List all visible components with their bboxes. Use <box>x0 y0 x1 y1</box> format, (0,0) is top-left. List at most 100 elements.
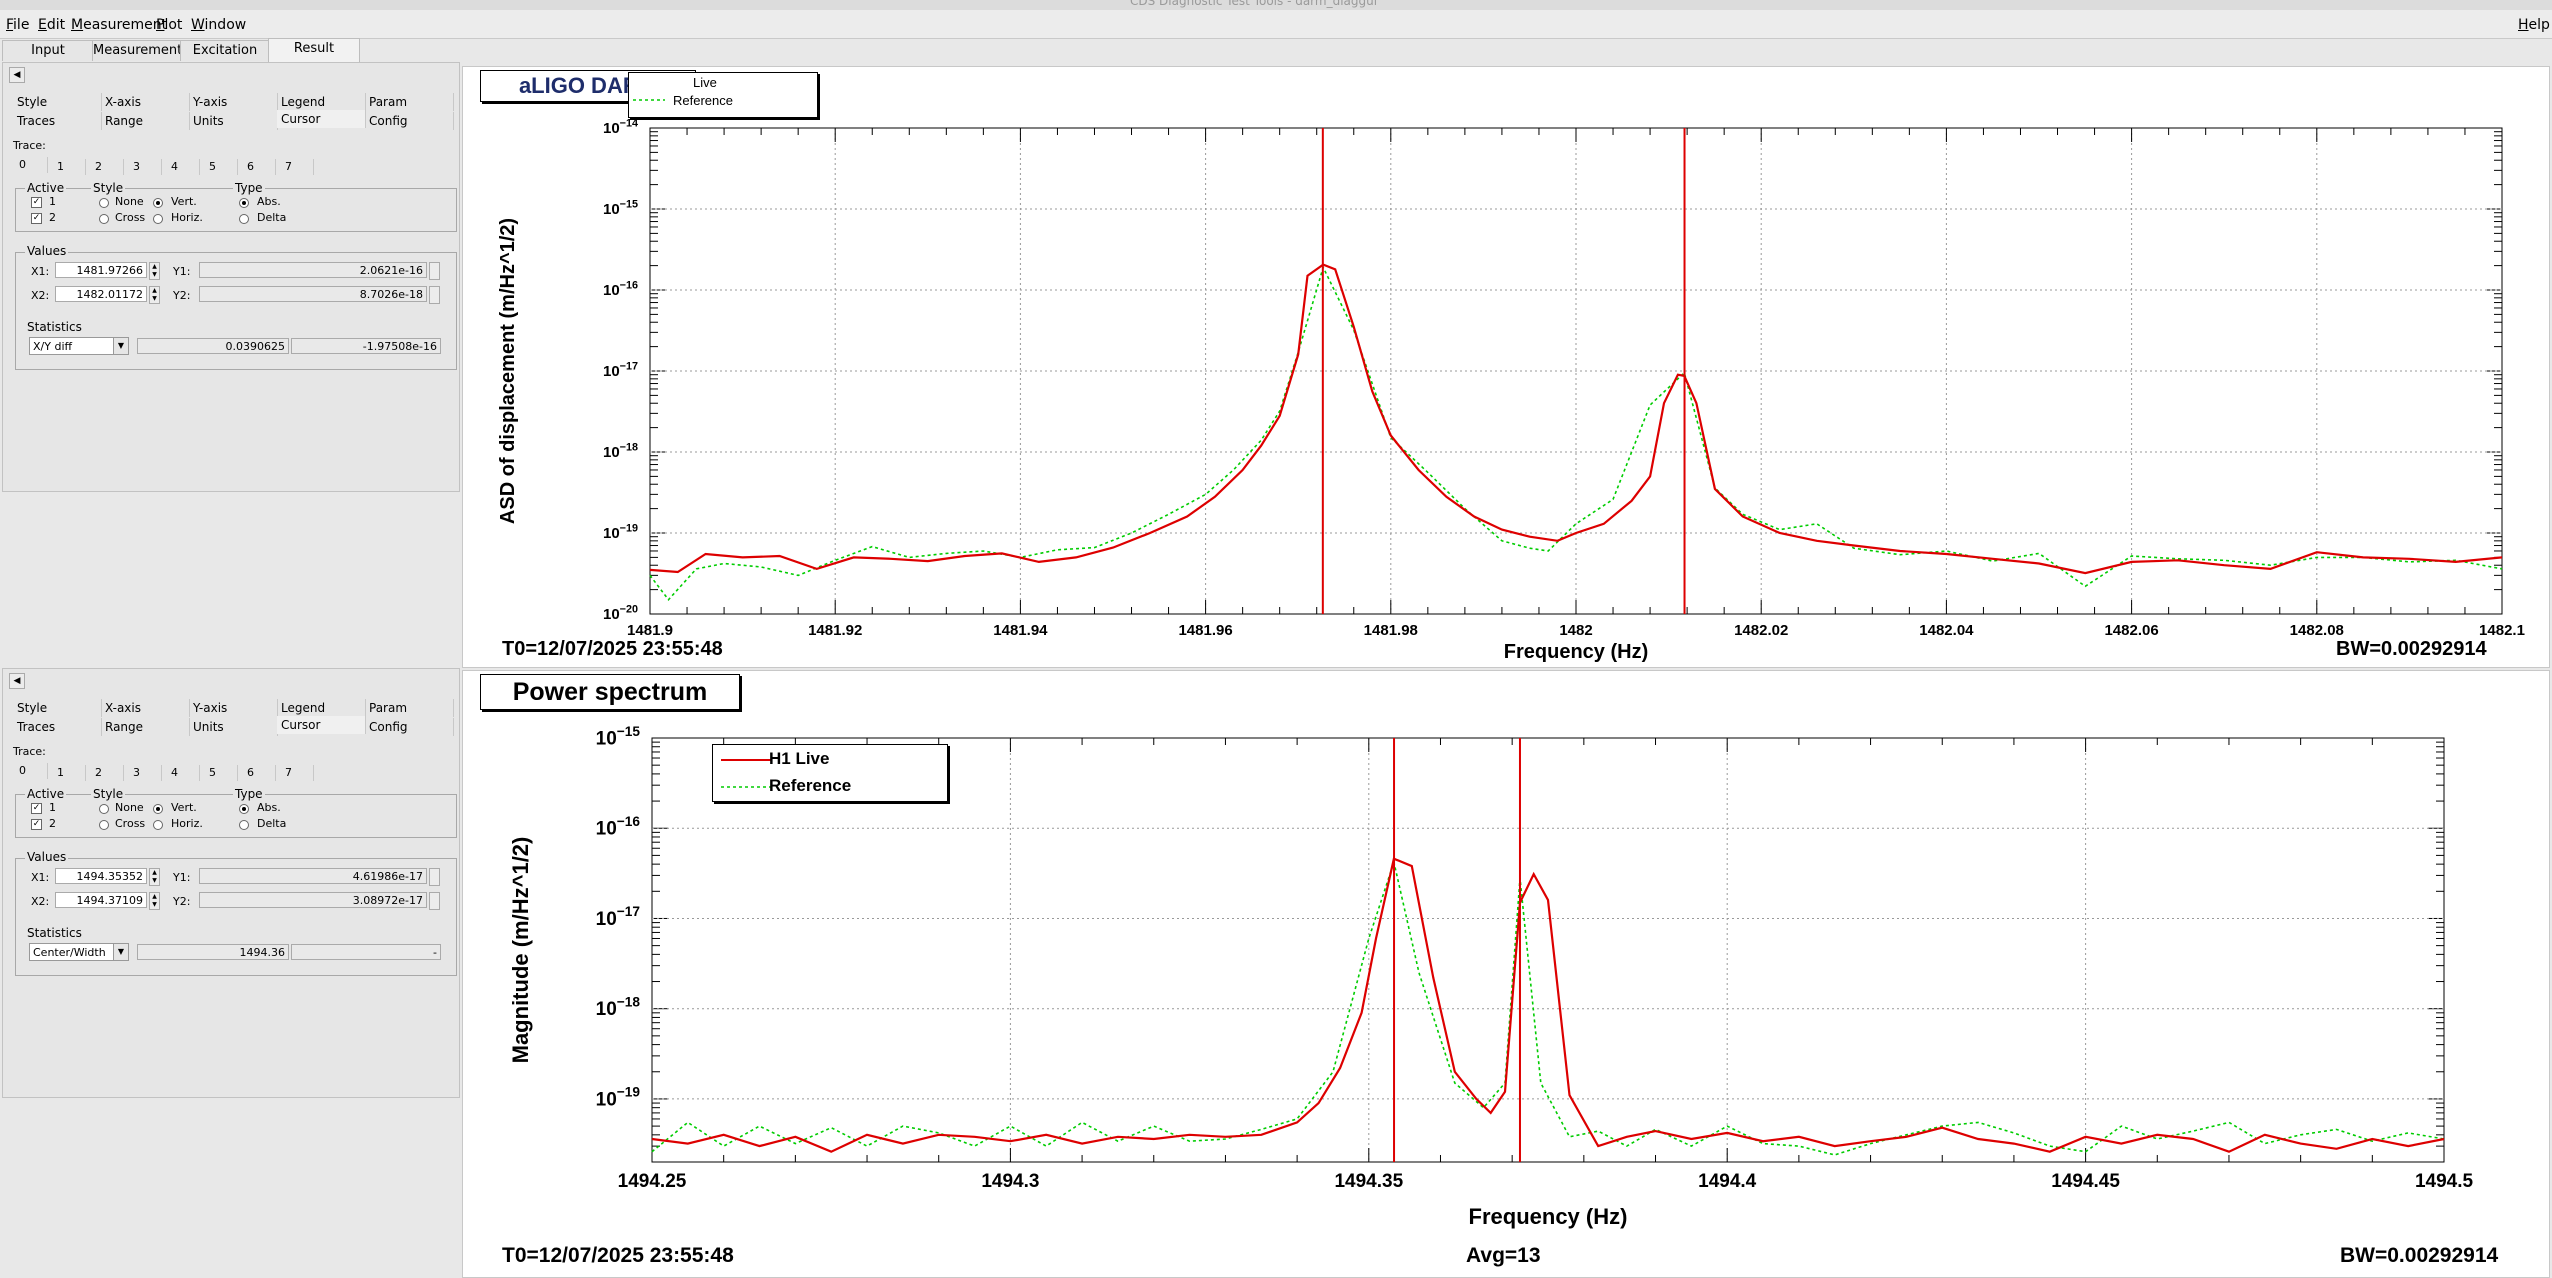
y-tick-label: 10−16 <box>596 814 641 840</box>
menu-measurement[interactable]: Measurement <box>71 17 167 33</box>
option-tab-param[interactable]: Param <box>365 93 454 111</box>
type-label-abs: Abs. <box>257 195 281 208</box>
trace-tab-4[interactable]: 4 <box>167 159 200 175</box>
option-tab-config[interactable]: Config <box>365 718 454 736</box>
style-radio-vert[interactable] <box>153 198 163 208</box>
y1-value: 4.61986e-17 <box>199 868 427 884</box>
y1-spinner[interactable] <box>429 868 440 886</box>
menu-plot[interactable]: Plot <box>156 17 182 33</box>
y-tick-label: 10−17 <box>596 904 640 930</box>
type-radio-delta[interactable] <box>239 214 249 224</box>
trace-tab-6[interactable]: 6 <box>243 159 276 175</box>
style-radio-cross[interactable] <box>99 214 109 224</box>
trace-label: Trace: <box>13 139 46 152</box>
tab-result[interactable]: Result <box>268 38 360 63</box>
trace-tab-4[interactable]: 4 <box>167 765 200 781</box>
option-tab-legend[interactable]: Legend <box>277 93 366 111</box>
style-radio-horiz[interactable] <box>153 820 163 830</box>
active-checkbox-2[interactable]: ✓ <box>31 819 42 830</box>
option-tab-cursor[interactable]: Cursor <box>277 716 366 734</box>
active-checkbox-1[interactable]: ✓ <box>31 197 42 208</box>
trace-tab-7[interactable]: 7 <box>281 159 314 175</box>
x-tick-label: 1494.4 <box>1698 1171 1757 1192</box>
x-tick-label: 1494.45 <box>2051 1171 2120 1192</box>
trace-tab-1[interactable]: 1 <box>53 159 86 175</box>
trace-tab-2[interactable]: 2 <box>91 159 124 175</box>
asd-chart[interactable]: 1481.9 1481.92 1481.94 1481.96 1481.98 1482 14… <box>462 66 2548 666</box>
menu-window[interactable]: Window <box>191 17 246 33</box>
option-tab-x-axis[interactable]: X-axis <box>101 93 190 111</box>
style-radio-none[interactable] <box>99 804 109 814</box>
control-panel-1: ◀ Style X-axis Y-axis Legend Param Trace… <box>2 62 460 492</box>
collapse-button[interactable]: ◀ <box>9 673 25 689</box>
type-radio-abs[interactable] <box>239 198 249 208</box>
x1-input[interactable]: 1481.97266 <box>55 262 147 278</box>
option-tab-range[interactable]: Range <box>101 112 190 130</box>
collapse-button[interactable]: ◀ <box>9 67 25 83</box>
menu-file[interactable]: File <box>6 17 29 33</box>
trace-tab-2[interactable]: 2 <box>91 765 124 781</box>
option-tab-style[interactable]: Style <box>13 699 102 717</box>
type-radio-abs[interactable] <box>239 804 249 814</box>
statistics-mode-select[interactable]: X/Y diff ▼ <box>29 337 129 355</box>
trace-tab-3[interactable]: 3 <box>129 765 162 781</box>
trace-tab-3[interactable]: 3 <box>129 159 162 175</box>
x1-spinner[interactable]: ▲ ▼ <box>149 868 160 886</box>
x2-spinner[interactable]: ▲ ▼ <box>149 892 160 910</box>
x-tick-label: 1482 <box>1559 622 1592 639</box>
active-checkbox-1[interactable]: ✓ <box>31 803 42 814</box>
x1-input[interactable]: 1494.35352 <box>55 868 147 884</box>
option-tab-units[interactable]: Units <box>189 112 278 130</box>
trace-tab-7[interactable]: 7 <box>281 765 314 781</box>
dropdown-arrow-icon: ▼ <box>113 944 128 960</box>
style-radio-none[interactable] <box>99 198 109 208</box>
tab-measurement[interactable]: Measurement <box>92 40 182 61</box>
style-label-cross: Cross <box>115 817 146 830</box>
option-tab-traces[interactable]: Traces <box>13 112 102 130</box>
y1-spinner[interactable] <box>429 262 440 280</box>
trace-tab-1[interactable]: 1 <box>53 765 86 781</box>
trace-tab-5[interactable]: 5 <box>205 159 238 175</box>
option-tab-units[interactable]: Units <box>189 718 278 736</box>
option-tab-range[interactable]: Range <box>101 718 190 736</box>
x2-input[interactable]: 1482.01172 <box>55 286 147 302</box>
tab-input[interactable]: Input <box>2 40 94 61</box>
type-radio-delta[interactable] <box>239 820 249 830</box>
option-tab-legend[interactable]: Legend <box>277 699 366 717</box>
option-tab-config[interactable]: Config <box>365 112 454 130</box>
statistics-mode-value: X/Y diff <box>33 340 73 353</box>
y2-spinner[interactable] <box>429 286 440 304</box>
tab-excitation[interactable]: Excitation <box>180 40 270 61</box>
option-tab-x-axis[interactable]: X-axis <box>101 699 190 717</box>
x-tick-label: 1482.08 <box>2290 622 2344 639</box>
x1-label: X1: <box>31 871 50 884</box>
x2-input[interactable]: 1494.37109 <box>55 892 147 908</box>
style-radio-vert[interactable] <box>153 804 163 814</box>
option-tab-y-axis[interactable]: Y-axis <box>189 699 278 717</box>
trace-tab-5[interactable]: 5 <box>205 765 238 781</box>
style-radio-horiz[interactable] <box>153 214 163 224</box>
active-checkbox-2[interactable]: ✓ <box>31 213 42 224</box>
menu-edit[interactable]: Edit <box>38 17 65 33</box>
trace-tab-0[interactable]: 0 <box>15 763 48 779</box>
y-tick-label: 10−18 <box>603 441 638 461</box>
option-tab-style[interactable]: Style <box>13 93 102 111</box>
x1-label: X1: <box>31 265 50 278</box>
option-tab-cursor[interactable]: Cursor <box>277 110 366 128</box>
y-tick-label: 10−14 <box>603 117 638 137</box>
menu-bar: File Edit Measurement Plot Window Help <box>0 10 2552 39</box>
style-label-vert: Vert. <box>171 195 197 208</box>
bw-label-1: BW=0.00292914 <box>2336 638 2487 660</box>
style-radio-cross[interactable] <box>99 820 109 830</box>
option-tab-y-axis[interactable]: Y-axis <box>189 93 278 111</box>
option-tab-traces[interactable]: Traces <box>13 718 102 736</box>
trace-tab-0[interactable]: 0 <box>15 157 48 173</box>
x1-spinner[interactable]: ▲ ▼ <box>149 262 160 280</box>
trace-tab-6[interactable]: 6 <box>243 765 276 781</box>
option-tab-param[interactable]: Param <box>365 699 454 717</box>
x2-spinner[interactable]: ▲ ▼ <box>149 286 160 304</box>
menu-help[interactable]: Help <box>2518 17 2550 33</box>
statistics-mode-select[interactable]: Center/Width ▼ <box>29 943 129 961</box>
t0-label-2: T0=12/07/2025 23:55:48 <box>502 1244 734 1267</box>
y2-spinner[interactable] <box>429 892 440 910</box>
